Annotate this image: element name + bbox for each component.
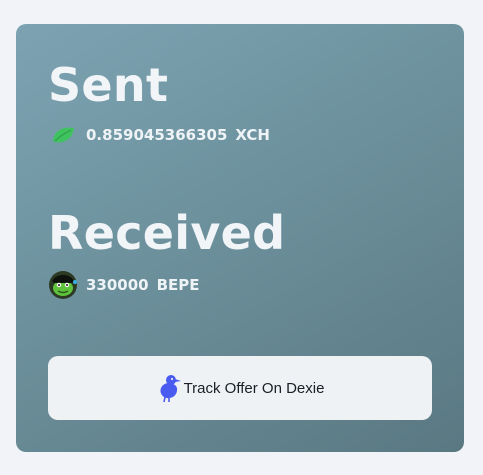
- dexie-bird-icon: [156, 373, 182, 403]
- sent-ticker: XCH: [235, 126, 270, 144]
- sent-heading: Sent: [48, 58, 169, 112]
- bepe-token-avatar: [48, 270, 78, 300]
- received-asset-row: 330000 BEPE: [48, 270, 200, 300]
- dexie-button-label: Track Offer On Dexie: [183, 379, 325, 397]
- received-ticker: BEPE: [156, 276, 200, 294]
- chia-leaf-icon: [48, 120, 78, 150]
- sent-amount: 0.859045366305: [86, 126, 228, 144]
- received-heading: Received: [48, 206, 286, 260]
- sent-asset-row: 0.859045366305 XCH: [48, 122, 270, 148]
- received-amount: 330000: [86, 276, 149, 294]
- offer-summary-card: Sent 0.859045366305 XCH Received 330000 …: [16, 24, 464, 452]
- track-offer-dexie-button[interactable]: Track Offer On Dexie: [48, 356, 432, 420]
